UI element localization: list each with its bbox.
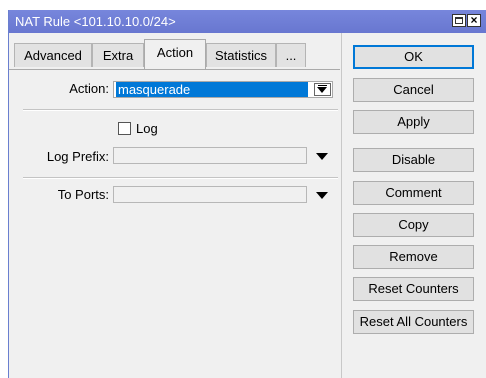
log-prefix-input[interactable] <box>113 147 307 164</box>
comment-button[interactable]: Comment <box>353 181 474 205</box>
ok-button[interactable]: OK <box>353 45 474 69</box>
to-ports-label: To Ports: <box>57 187 109 202</box>
reset-all-counters-button[interactable]: Reset All Counters <box>353 310 474 334</box>
separator <box>23 109 338 111</box>
close-icon[interactable]: × <box>467 14 481 27</box>
tab-action[interactable]: Action <box>144 39 206 69</box>
remove-button[interactable]: Remove <box>353 245 474 269</box>
to-ports-input[interactable] <box>113 186 307 203</box>
tab-strip: Advanced Extra Action Statistics ... <box>9 33 349 71</box>
action-select-value: masquerade <box>116 82 308 97</box>
reset-counters-button[interactable]: Reset Counters <box>353 277 474 301</box>
apply-button[interactable]: Apply <box>353 110 474 134</box>
copy-button[interactable]: Copy <box>353 213 474 237</box>
nat-rule-window: NAT Rule <101.10.10.0/24> × Advanced Ext… <box>8 10 486 378</box>
disable-button[interactable]: Disable <box>353 148 474 172</box>
window-title: NAT Rule <101.10.10.0/24> <box>15 14 176 29</box>
cancel-button[interactable]: Cancel <box>353 78 474 102</box>
tab-more[interactable]: ... <box>276 43 306 67</box>
log-prefix-dropdown-icon[interactable] <box>316 153 328 160</box>
tab-extra[interactable]: Extra <box>92 43 144 67</box>
action-dropdown-button[interactable] <box>314 83 331 96</box>
restore-icon[interactable] <box>452 14 466 27</box>
separator <box>23 177 338 179</box>
tab-advanced[interactable]: Advanced <box>14 43 92 67</box>
panel-divider <box>341 33 342 378</box>
action-label: Action: <box>69 81 109 96</box>
log-checkbox[interactable] <box>118 122 131 135</box>
title-bar[interactable]: NAT Rule <101.10.10.0/24> × <box>9 10 486 33</box>
log-label: Log <box>136 121 158 136</box>
tab-content-border <box>9 69 340 70</box>
tab-statistics[interactable]: Statistics <box>206 43 276 67</box>
log-prefix-label: Log Prefix: <box>46 149 109 164</box>
to-ports-dropdown-icon[interactable] <box>316 192 328 199</box>
action-select[interactable]: masquerade <box>113 81 333 98</box>
